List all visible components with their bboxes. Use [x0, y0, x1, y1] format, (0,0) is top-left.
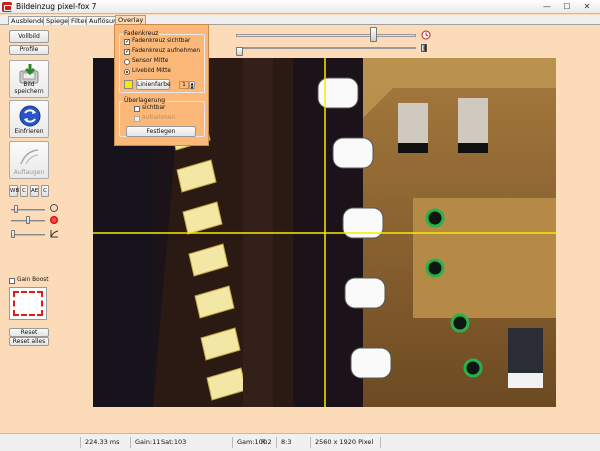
- bild-speichern-button[interactable]: Bild speichern: [9, 60, 49, 98]
- linienfarbe-button[interactable]: Linienfarbe: [136, 79, 171, 90]
- status-bar: 224.33 ms Gain:11 Sat:103 Gam:100 R:2 8:…: [0, 433, 600, 451]
- tab-bar: Ausblenden Spiegeln Filter Auflösung Ove…: [0, 15, 600, 25]
- exposure-slider-thumb[interactable]: [370, 27, 377, 42]
- close-button[interactable]: ✕: [580, 2, 594, 12]
- exposure-slider[interactable]: [236, 34, 416, 37]
- auflaugen-button[interactable]: Auflaugen: [9, 141, 49, 179]
- vollbild-button[interactable]: Vollbild: [9, 30, 49, 43]
- wb-c-button[interactable]: C: [20, 185, 28, 197]
- ueberlagerung-aufnehmen-label: aufnehmen: [142, 115, 176, 121]
- auflaugen-label: Auflaugen: [13, 169, 45, 176]
- status-resolution: 2560 x 1920 Pixel: [310, 437, 373, 448]
- fadenkreuz-sichtbar-checkbox[interactable]: [124, 38, 130, 45]
- brightness-slider-thumb[interactable]: [14, 205, 18, 213]
- livebild-mitte-label: Livebild Mitte: [132, 68, 171, 74]
- app-icon: [2, 2, 12, 12]
- ae-c-button[interactable]: C: [41, 185, 49, 197]
- ueberlagerung-sichtbar-label: sichtbar: [142, 105, 166, 111]
- brightness-icon: [50, 204, 58, 212]
- gamma-slider[interactable]: [11, 234, 45, 236]
- freeze-icon: [19, 105, 41, 127]
- profile-button[interactable]: Profile: [9, 45, 49, 55]
- status-empty: [380, 437, 390, 448]
- contrast-slider-thumb[interactable]: [26, 216, 30, 224]
- status-ratio: 8:3: [276, 437, 291, 448]
- status-gain: Gain:11: [130, 437, 160, 448]
- line-width-spinner[interactable]: ▲ ▼: [189, 81, 195, 90]
- bild-speichern-label: Bild speichern: [14, 81, 44, 95]
- fadenkreuz-title: Fadenkreuz: [123, 30, 160, 37]
- clock-icon: [421, 30, 431, 40]
- line-width-value[interactable]: 1: [179, 81, 189, 89]
- einfrieren-label: Einfrieren: [14, 128, 44, 135]
- contrast-icon: [50, 216, 58, 224]
- window-title: Bildeinzug pixel-fox 7: [16, 2, 97, 11]
- reset-bereich-button[interactable]: Reset Bereich: [9, 328, 49, 344]
- reset-alles-button[interactable]: Reset alles: [9, 337, 49, 346]
- status-r: R:2: [261, 438, 272, 446]
- gain-boost-label: Gain Boost: [17, 277, 49, 283]
- gamma-icon: [50, 230, 59, 238]
- frame-rate-slider-thumb[interactable]: [236, 47, 243, 56]
- status-frame-time: 224.33 ms: [80, 437, 120, 448]
- gamma-slider-thumb[interactable]: [11, 230, 15, 238]
- gain-boost-checkbox[interactable]: [9, 278, 15, 284]
- ueberlagerung-title: Überlagerung: [123, 97, 167, 104]
- ueberlagerung-aufnehmen-checkbox[interactable]: [134, 116, 140, 122]
- roi-preview[interactable]: [9, 287, 47, 320]
- line-color-swatch[interactable]: [124, 80, 133, 89]
- wb-button[interactable]: WB: [9, 185, 19, 197]
- overlay-panel: Fadenkreuz Fadenkreuz sichtbar Fadenkreu…: [114, 24, 209, 146]
- ae-button[interactable]: AE: [30, 185, 39, 197]
- fadenkreuz-aufnehmen-label: Fadenkreuz aufnehmen: [132, 48, 201, 54]
- minimize-button[interactable]: —: [540, 2, 554, 12]
- festlegen-button[interactable]: Festlegen: [126, 126, 196, 137]
- frame-rate-slider[interactable]: [236, 47, 416, 49]
- maximize-button[interactable]: ☐: [560, 2, 574, 12]
- status-saturation: Sat:103: [161, 438, 187, 446]
- roi-rect[interactable]: [13, 291, 43, 316]
- title-bar: Bildeinzug pixel-fox 7 — ☐ ✕: [0, 0, 600, 14]
- fadenkreuz-sichtbar-label: Fadenkreuz sichtbar: [132, 38, 191, 44]
- einfrieren-button[interactable]: Einfrieren: [9, 100, 49, 138]
- fadenkreuz-aufnehmen-checkbox[interactable]: [124, 48, 130, 55]
- contrast-gradient-icon: [421, 44, 427, 52]
- livebild-mitte-radio[interactable]: [124, 69, 130, 75]
- curve-icon: [20, 149, 39, 165]
- ueberlagerung-sichtbar-checkbox[interactable]: [134, 106, 140, 112]
- sensor-mitte-label: Sensor Mitte: [132, 58, 169, 64]
- sensor-mitte-radio[interactable]: [124, 59, 130, 65]
